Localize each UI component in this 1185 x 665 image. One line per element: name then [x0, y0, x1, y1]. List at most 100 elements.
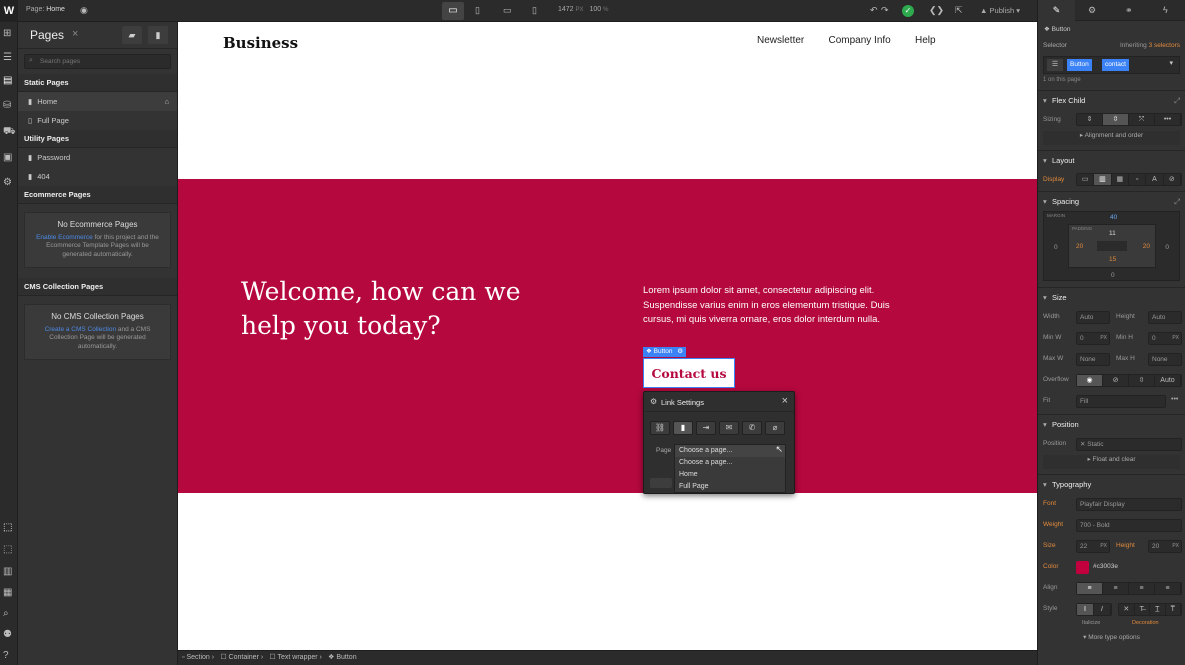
spacing-section[interactable]: Spacing ⤢ [1038, 191, 1185, 212]
more-icon[interactable]: ••• [1155, 114, 1181, 125]
align-center-icon[interactable]: ≡ [1103, 583, 1129, 594]
grid-icon[interactable]: ▦ [1112, 174, 1129, 185]
search-pages-input[interactable] [40, 56, 165, 67]
code-export-icon[interactable]: ❮❯ [929, 5, 944, 16]
site-brand[interactable]: Business [223, 34, 298, 52]
add-page-icon[interactable]: ▮ [148, 26, 168, 44]
inline-block-icon[interactable]: ▫ [1129, 174, 1147, 185]
hidden-icon[interactable]: ⊘ [1103, 375, 1129, 386]
max-width-input[interactable]: None [1076, 353, 1110, 366]
preview-eye-icon[interactable]: ◉ [80, 5, 88, 16]
page-item-full-page[interactable]: ▯ Full Page [18, 111, 177, 130]
style-manager-icon[interactable]: ⚭ [1125, 5, 1133, 16]
close-icon[interactable]: × [782, 395, 788, 407]
visible-eye-icon[interactable]: ◉ [1077, 375, 1103, 386]
fit-select[interactable]: Fill [1076, 395, 1166, 408]
breadcrumb-button[interactable]: ❖ Button [328, 651, 356, 665]
min-height-input[interactable]: 0 PX [1148, 332, 1182, 345]
nav-link-company-info[interactable]: Company Info [828, 35, 890, 46]
display-control[interactable]: ▭ ▥ ▦ ▫ A ⊘ [1076, 173, 1182, 186]
margin-right-value[interactable]: 0 [1165, 244, 1169, 251]
align-right-icon[interactable]: ≡ [1129, 583, 1155, 594]
ecommerce-icon[interactable]: ⛟ [3, 126, 16, 139]
layout-section[interactable]: Layout [1038, 150, 1185, 171]
selector-tag-button[interactable]: Button [1067, 59, 1092, 71]
page-item-password[interactable]: ▮ Password [18, 148, 177, 167]
audit-icon[interactable]: ⚉ [3, 629, 12, 640]
selector-list-icon[interactable]: ☰ [1047, 59, 1063, 71]
page-item-home[interactable]: ▮ Home ⌂ [18, 92, 177, 111]
padding-box[interactable]: PADDING 11 20 20 15 [1068, 224, 1156, 268]
underline-icon[interactable]: T̲ [1150, 604, 1166, 615]
page-option[interactable]: Choose a page... [675, 457, 785, 469]
sizing-control[interactable]: ⇕ ⇳ ⤧ ••• [1076, 113, 1182, 126]
settings-gear-icon[interactable]: ⚙ [3, 177, 12, 188]
size-section[interactable]: Size [1038, 287, 1185, 308]
create-cms-collection-link[interactable]: Create a CMS Collection [45, 326, 117, 333]
expand-icon[interactable]: ⤢ [1174, 192, 1180, 212]
hero-paragraph[interactable]: Lorem ipsum dolor sit amet, consectetur … [643, 284, 913, 328]
nav-link-newsletter[interactable]: Newsletter [757, 35, 804, 46]
block-icon[interactable]: ▭ [1077, 174, 1095, 185]
nav-link-help[interactable]: Help [915, 35, 936, 46]
webflow-logo[interactable]: W [0, 0, 18, 22]
breadcrumb-container[interactable]: ☐ Container › [220, 651, 263, 665]
inheriting-count[interactable]: 3 selectors [1149, 42, 1180, 49]
flex-icon[interactable]: ▥ [1094, 174, 1112, 185]
style-brush-icon[interactable]: ✎ [1038, 0, 1075, 21]
padding-left-value[interactable]: 20 [1076, 243, 1083, 250]
line-height-input[interactable]: 20 PX [1148, 540, 1182, 553]
overline-icon[interactable]: T̅ [1166, 604, 1181, 615]
grid-overlay-icon[interactable]: ▥ [3, 566, 12, 577]
selector-tag-contact[interactable]: contact [1102, 59, 1129, 71]
decoration-control[interactable]: ✕ T̶ T̲ T̅ [1118, 603, 1182, 616]
font-select[interactable]: Playfair Display [1076, 498, 1182, 511]
cms-icon[interactable]: ⛁ [3, 100, 11, 111]
select-tool-icon[interactable]: ⬚ [3, 522, 12, 533]
pages-icon[interactable]: ▤ [3, 75, 12, 86]
url-link-icon[interactable]: ⛓ [650, 421, 670, 435]
gear-icon[interactable]: ⚙ [677, 348, 683, 355]
margin-left-value[interactable]: 0 [1054, 244, 1058, 251]
x-ray-icon[interactable]: ⬚ [3, 544, 12, 555]
page-select-current[interactable]: Choose a page... [675, 445, 785, 457]
interactions-icon[interactable]: ϟ [1163, 5, 1168, 15]
close-icon[interactable]: × [72, 28, 78, 40]
add-element-icon[interactable]: ⊞ [3, 28, 11, 39]
mobile-landscape-breakpoint-icon[interactable]: ▭ [503, 5, 512, 16]
position-select[interactable]: ✕ Static [1076, 438, 1182, 451]
share-icon[interactable]: ⇱ [955, 5, 963, 16]
redo-icon[interactable]: ↷ [881, 5, 889, 16]
search-icon[interactable]: ⌕ [3, 608, 9, 619]
page-select-dropdown[interactable]: Choose a page... Choose a page... Home F… [674, 444, 786, 493]
position-section[interactable]: Position [1038, 414, 1185, 435]
italic-control[interactable]: I𝐼 [1076, 603, 1112, 616]
overflow-auto-option[interactable]: Auto [1155, 375, 1181, 386]
assets-icon[interactable]: ▣ [3, 152, 12, 163]
dialog-aux-button[interactable] [650, 478, 672, 488]
help-icon[interactable]: ? [3, 650, 9, 661]
page-item-404[interactable]: ▮ 404 [18, 167, 177, 186]
desktop-breakpoint-icon[interactable]: ▭ [442, 2, 464, 20]
design-canvas[interactable]: Business Newsletter Company Info Help We… [178, 22, 1037, 650]
breadcrumb-section[interactable]: ▫ Section › [182, 651, 214, 665]
email-link-icon[interactable]: ✉ [719, 421, 739, 435]
italic-icon[interactable]: 𝐼 [1094, 604, 1111, 615]
navigator-icon[interactable]: ☰ [3, 52, 12, 63]
chevron-down-icon[interactable]: ▾ [1169, 59, 1173, 67]
padding-top-value[interactable]: 11 [1109, 230, 1116, 237]
no-decoration-icon[interactable]: ✕ [1119, 604, 1135, 615]
padding-right-value[interactable]: 20 [1143, 243, 1150, 250]
weight-select[interactable]: 700 - Bold [1076, 519, 1182, 532]
padding-bottom-value[interactable]: 15 [1109, 256, 1116, 263]
page-option[interactable]: Full Page [675, 481, 785, 493]
history-icon[interactable]: ▦ [3, 587, 12, 598]
typography-section[interactable]: Typography [1038, 474, 1185, 495]
publish-button[interactable]: ▲ Publish ▾ [980, 6, 1020, 15]
selector-field[interactable]: ☰ Button contact ▾ [1043, 56, 1180, 74]
scroll-icon[interactable]: ⇳ [1129, 375, 1155, 386]
page-link-icon[interactable]: ▮ [673, 421, 693, 435]
margin-bottom-value[interactable]: 0 [1111, 272, 1115, 279]
shrink-icon[interactable]: ⇕ [1077, 114, 1103, 125]
spacing-box-model[interactable]: MARGIN 40 0 0 0 PADDING 11 20 20 15 [1043, 211, 1180, 281]
